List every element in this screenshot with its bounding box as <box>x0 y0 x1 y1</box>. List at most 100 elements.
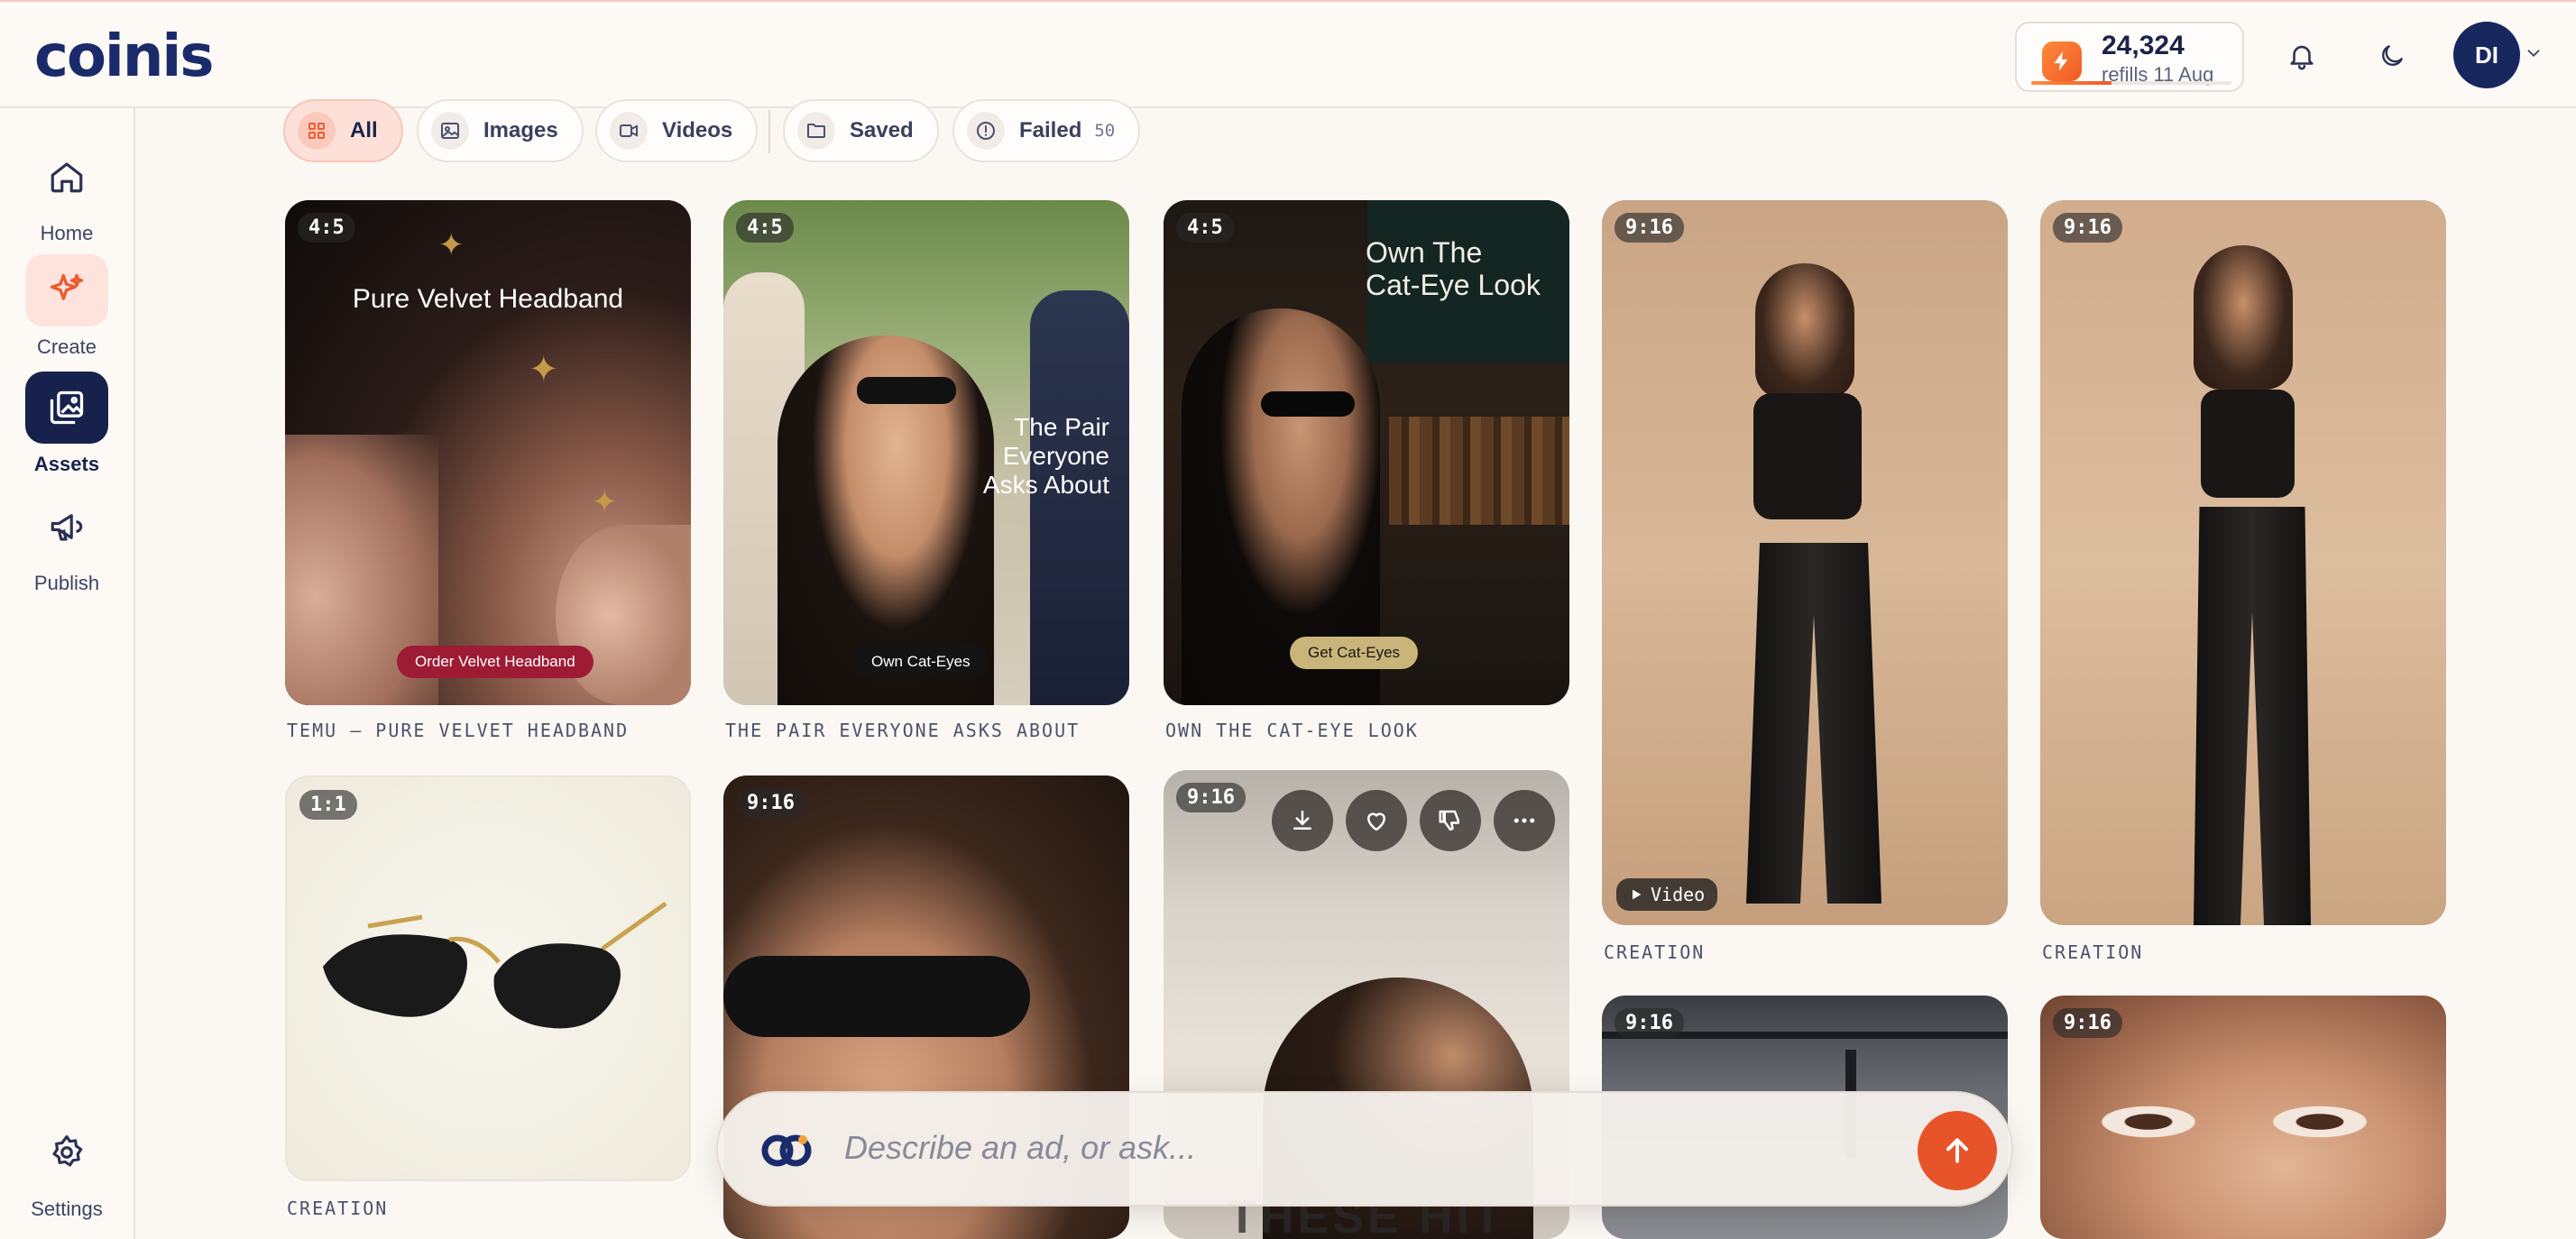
asset-image <box>2194 245 2293 390</box>
filter-chip-label: Saved <box>850 118 914 142</box>
sunglasses-graphic <box>323 901 667 1029</box>
more-horizontal-icon <box>1513 818 1535 823</box>
asset-card[interactable]: 9:16 Video <box>1602 200 2008 925</box>
sunglasses-graphic <box>857 377 956 404</box>
dislike-button[interactable] <box>1420 790 1481 851</box>
filter-chip-saved[interactable]: Saved <box>783 99 939 162</box>
bee-icon: ✦ <box>438 228 465 262</box>
image-icon <box>431 112 469 150</box>
ad-cta-pill: Order Velvet Headband <box>397 646 593 678</box>
coinis-mark-icon <box>759 1133 814 1173</box>
ad-headline-line: Own The <box>1366 236 1483 269</box>
sidebar-item-label: Home <box>40 222 94 244</box>
filter-divider <box>768 110 770 153</box>
ad-cta-pill: Own Cat-Eyes <box>853 646 989 678</box>
sidebar-item-home[interactable]: Home <box>0 141 133 245</box>
asset-image <box>1753 393 1862 519</box>
sunglasses-graphic <box>1261 391 1355 417</box>
aspect-ratio-badge: 9:16 <box>1176 783 1246 812</box>
bee-icon: ✦ <box>592 485 618 519</box>
eye-graphic <box>2094 1104 2203 1140</box>
ad-headline-line: The Pair <box>1014 413 1109 441</box>
bookshelf-graphic <box>1389 417 1569 525</box>
asset-card[interactable]: 4:5 The Pair Everyone Asks About Own Cat… <box>723 200 1129 705</box>
filter-chip-label: Videos <box>662 118 733 142</box>
ad-headline: Pure Velvet Headband <box>352 284 624 314</box>
ad-headline: Own The Cat-Eye Look <box>1366 236 1541 301</box>
aspect-ratio-badge: 9:16 <box>1615 1008 1684 1038</box>
sidebar-item-label: Publish <box>33 572 100 594</box>
heart-icon <box>1367 812 1385 831</box>
sidebar-item-label: Settings <box>31 1198 103 1220</box>
send-button[interactable] <box>1918 1111 1997 1190</box>
asset-image <box>1755 263 1854 399</box>
credits-progress <box>2031 81 2231 85</box>
ad-cta-pill: Get Cat-Eyes <box>1290 637 1419 669</box>
asset-image <box>2201 390 2295 498</box>
sidebar-item-create[interactable]: Create <box>0 254 133 359</box>
prompt-bar[interactable]: Describe an ad, or ask... <box>716 1091 2013 1207</box>
sparkle-icon <box>25 254 108 326</box>
download-button[interactable] <box>1272 790 1333 851</box>
app-logo[interactable]: coinis <box>34 25 214 88</box>
asset-caption: CREATION <box>2042 941 2144 963</box>
asset-caption: TEMU — PURE VELVET HEADBAND <box>287 720 630 741</box>
arrow-up-icon <box>1946 1138 1968 1163</box>
bolt-icon <box>2042 41 2082 81</box>
asset-card[interactable]: 9:16 <box>2040 200 2446 925</box>
download-icon <box>1293 810 1311 830</box>
ad-headline-line: Asks About <box>982 471 1109 499</box>
ad-headline-line: Everyone <box>1002 442 1109 470</box>
filter-chip-label: Failed <box>1019 118 1082 142</box>
video-icon <box>610 112 648 150</box>
eye-graphic <box>2266 1104 2374 1140</box>
ad-headline: The Pair Everyone Asks About <box>983 413 1109 500</box>
chevron-down-icon[interactable] <box>2524 43 2544 68</box>
avatar[interactable]: DI <box>2453 22 2520 88</box>
video-badge: Video <box>1616 878 1718 911</box>
filter-chip-all[interactable]: All <box>283 99 403 162</box>
aspect-ratio-badge: 4:5 <box>1176 213 1234 243</box>
aspect-ratio-badge: 4:5 <box>298 213 355 243</box>
asset-card[interactable]: 4:5 Own The Cat-Eye Look Get Cat-Eyes <box>1164 200 1569 705</box>
asset-image <box>556 525 691 705</box>
filter-chip-failed[interactable]: Failed 50 <box>952 99 1141 162</box>
asset-card[interactable]: 9:16 <box>2040 996 2446 1239</box>
credits-widget[interactable]: 24,324 refills 11 Aug <box>2015 22 2244 92</box>
moon-icon[interactable] <box>2370 34 2414 78</box>
filter-chip-label: Images <box>483 118 558 142</box>
prompt-input[interactable]: Describe an ad, or ask... <box>844 1129 1196 1167</box>
filter-chip-images[interactable]: Images <box>417 99 584 162</box>
more-options-button[interactable] <box>1494 790 1555 851</box>
alert-circle-icon <box>967 112 1005 150</box>
asset-caption: CREATION <box>287 1198 389 1219</box>
bell-icon[interactable] <box>2280 34 2323 78</box>
aspect-ratio-badge: 9:16 <box>2053 213 2122 243</box>
asset-image <box>2194 507 2311 925</box>
grid-icon <box>298 112 336 150</box>
sunglasses-graphic <box>723 956 1030 1037</box>
credits-progress-fill <box>2031 81 2111 85</box>
failed-count: 50 <box>1094 121 1116 141</box>
gallery-icon <box>25 372 108 444</box>
aspect-ratio-badge: 4:5 <box>736 213 794 243</box>
asset-card[interactable]: 1:1 <box>285 776 691 1181</box>
ad-headline-line: Cat-Eye Look <box>1366 269 1541 301</box>
sidebar-item-label: Create <box>36 335 97 358</box>
aspect-ratio-badge: 1:1 <box>299 790 357 820</box>
filter-chip-videos[interactable]: Videos <box>595 99 759 162</box>
play-icon <box>1633 889 1642 900</box>
aspect-ratio-badge: 9:16 <box>2053 1008 2122 1038</box>
aspect-ratio-badge: 9:16 <box>736 788 805 818</box>
top-bar: coinis 24,324 refills 11 Aug DI <box>0 0 2576 108</box>
bee-icon: ✦ <box>529 350 559 390</box>
filter-chip-label: All <box>350 118 378 142</box>
asset-caption: CREATION <box>1604 941 1706 963</box>
like-button[interactable] <box>1346 790 1407 851</box>
sidebar-item-assets[interactable]: Assets <box>0 372 133 476</box>
sidebar-item-settings[interactable]: Settings <box>0 1116 133 1221</box>
sidebar-item-publish[interactable]: Publish <box>0 491 133 595</box>
asset-card[interactable]: ✦ ✦ ✦ 4:5 Pure Velvet Headband Order Vel… <box>285 200 691 705</box>
home-icon <box>25 141 108 213</box>
video-badge-label: Video <box>1651 884 1706 905</box>
